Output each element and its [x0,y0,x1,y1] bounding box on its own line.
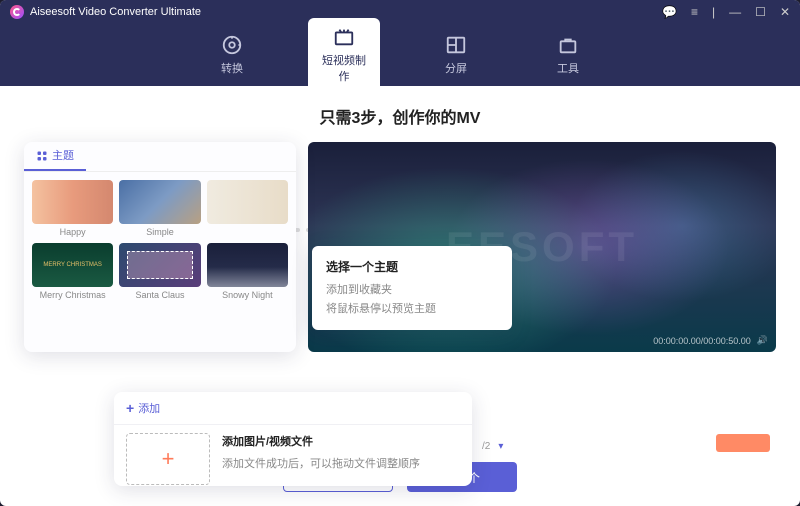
tooltip-line: 将鼠标悬停以预览主题 [326,300,498,319]
tooltip-title: 选择一个主题 [326,258,498,275]
nav-label: 工具 [557,63,579,75]
add-desc: 添加文件成功后，可以拖动文件调整顺序 [222,455,420,471]
tab-theme[interactable]: 主题 [24,142,86,171]
mv-icon [333,26,355,48]
app-title: Aiseesoft Video Converter Ultimate [30,6,201,18]
theme-item[interactable] [207,180,288,237]
ratio: /2 [482,441,490,452]
main-nav: 转换 短视频制作 分屏 工具 [0,24,800,86]
theme-panel: 主题 Happy Simple Merry Christmas Santa Cl… [24,142,296,352]
plus-icon: + [126,400,134,416]
nav-split[interactable]: 分屏 [420,26,492,84]
export-button[interactable] [716,434,770,452]
close-icon[interactable]: ✕ [780,5,790,19]
theme-thumb [119,243,200,287]
theme-thumb [32,243,113,287]
add-button[interactable]: + 添加 [114,392,472,425]
volume-icon[interactable]: 🔊 [757,335,768,346]
grid-icon [36,150,48,162]
theme-item[interactable]: Simple [119,180,200,237]
nav-label: 分屏 [445,63,467,75]
theme-item[interactable]: Snowy Night [207,243,288,300]
menu-icon[interactable]: ≡ [691,5,698,19]
nav-convert[interactable]: 转换 [196,26,268,84]
maximize-icon[interactable]: ☐ [755,5,766,19]
tooltip-line: 添加到收藏夹 [326,281,498,300]
add-label: 添加 [138,400,160,416]
theme-thumb [207,243,288,287]
app-logo-icon [10,5,24,19]
nav-label: 转换 [221,63,243,75]
page-title: 只需3步，创作你的MV [0,104,800,128]
player-controls: 00:00:00.00/00:00:50.00 🔊 [653,335,768,346]
tab-label: 主题 [52,142,74,171]
nav-tools[interactable]: 工具 [532,26,604,84]
theme-thumb [32,180,113,224]
titlebar: Aiseesoft Video Converter Ultimate 💬 ≡ |… [0,0,800,24]
tools-icon [557,34,579,56]
theme-item[interactable]: Happy [32,180,113,237]
add-media-panel: + 添加 + 添加图片/视频文件 添加文件成功后，可以拖动文件调整顺序 [114,392,472,486]
nav-label: 短视频制作 [322,55,366,83]
dropzone[interactable]: + [126,433,210,485]
theme-thumb [119,180,200,224]
tooltip-theme: 选择一个主题 添加到收藏夹 将鼠标悬停以预览主题 [312,246,512,330]
nav-mv[interactable]: 短视频制作 [308,18,380,92]
divider: | [712,5,715,19]
time-display: 00:00:00.00/00:00:50.00 [653,336,751,346]
theme-grid: Happy Simple Merry Christmas Santa Claus… [24,172,296,308]
split-icon [445,34,467,56]
convert-icon [221,34,243,56]
minimize-icon[interactable]: — [729,5,741,19]
chevron-down-icon[interactable]: ▾ [498,441,503,452]
add-title: 添加图片/视频文件 [222,433,420,449]
feedback-icon[interactable]: 💬 [662,5,677,19]
theme-thumb [207,180,288,224]
theme-item[interactable]: Merry Christmas [32,243,113,300]
theme-item[interactable]: Santa Claus [119,243,200,300]
